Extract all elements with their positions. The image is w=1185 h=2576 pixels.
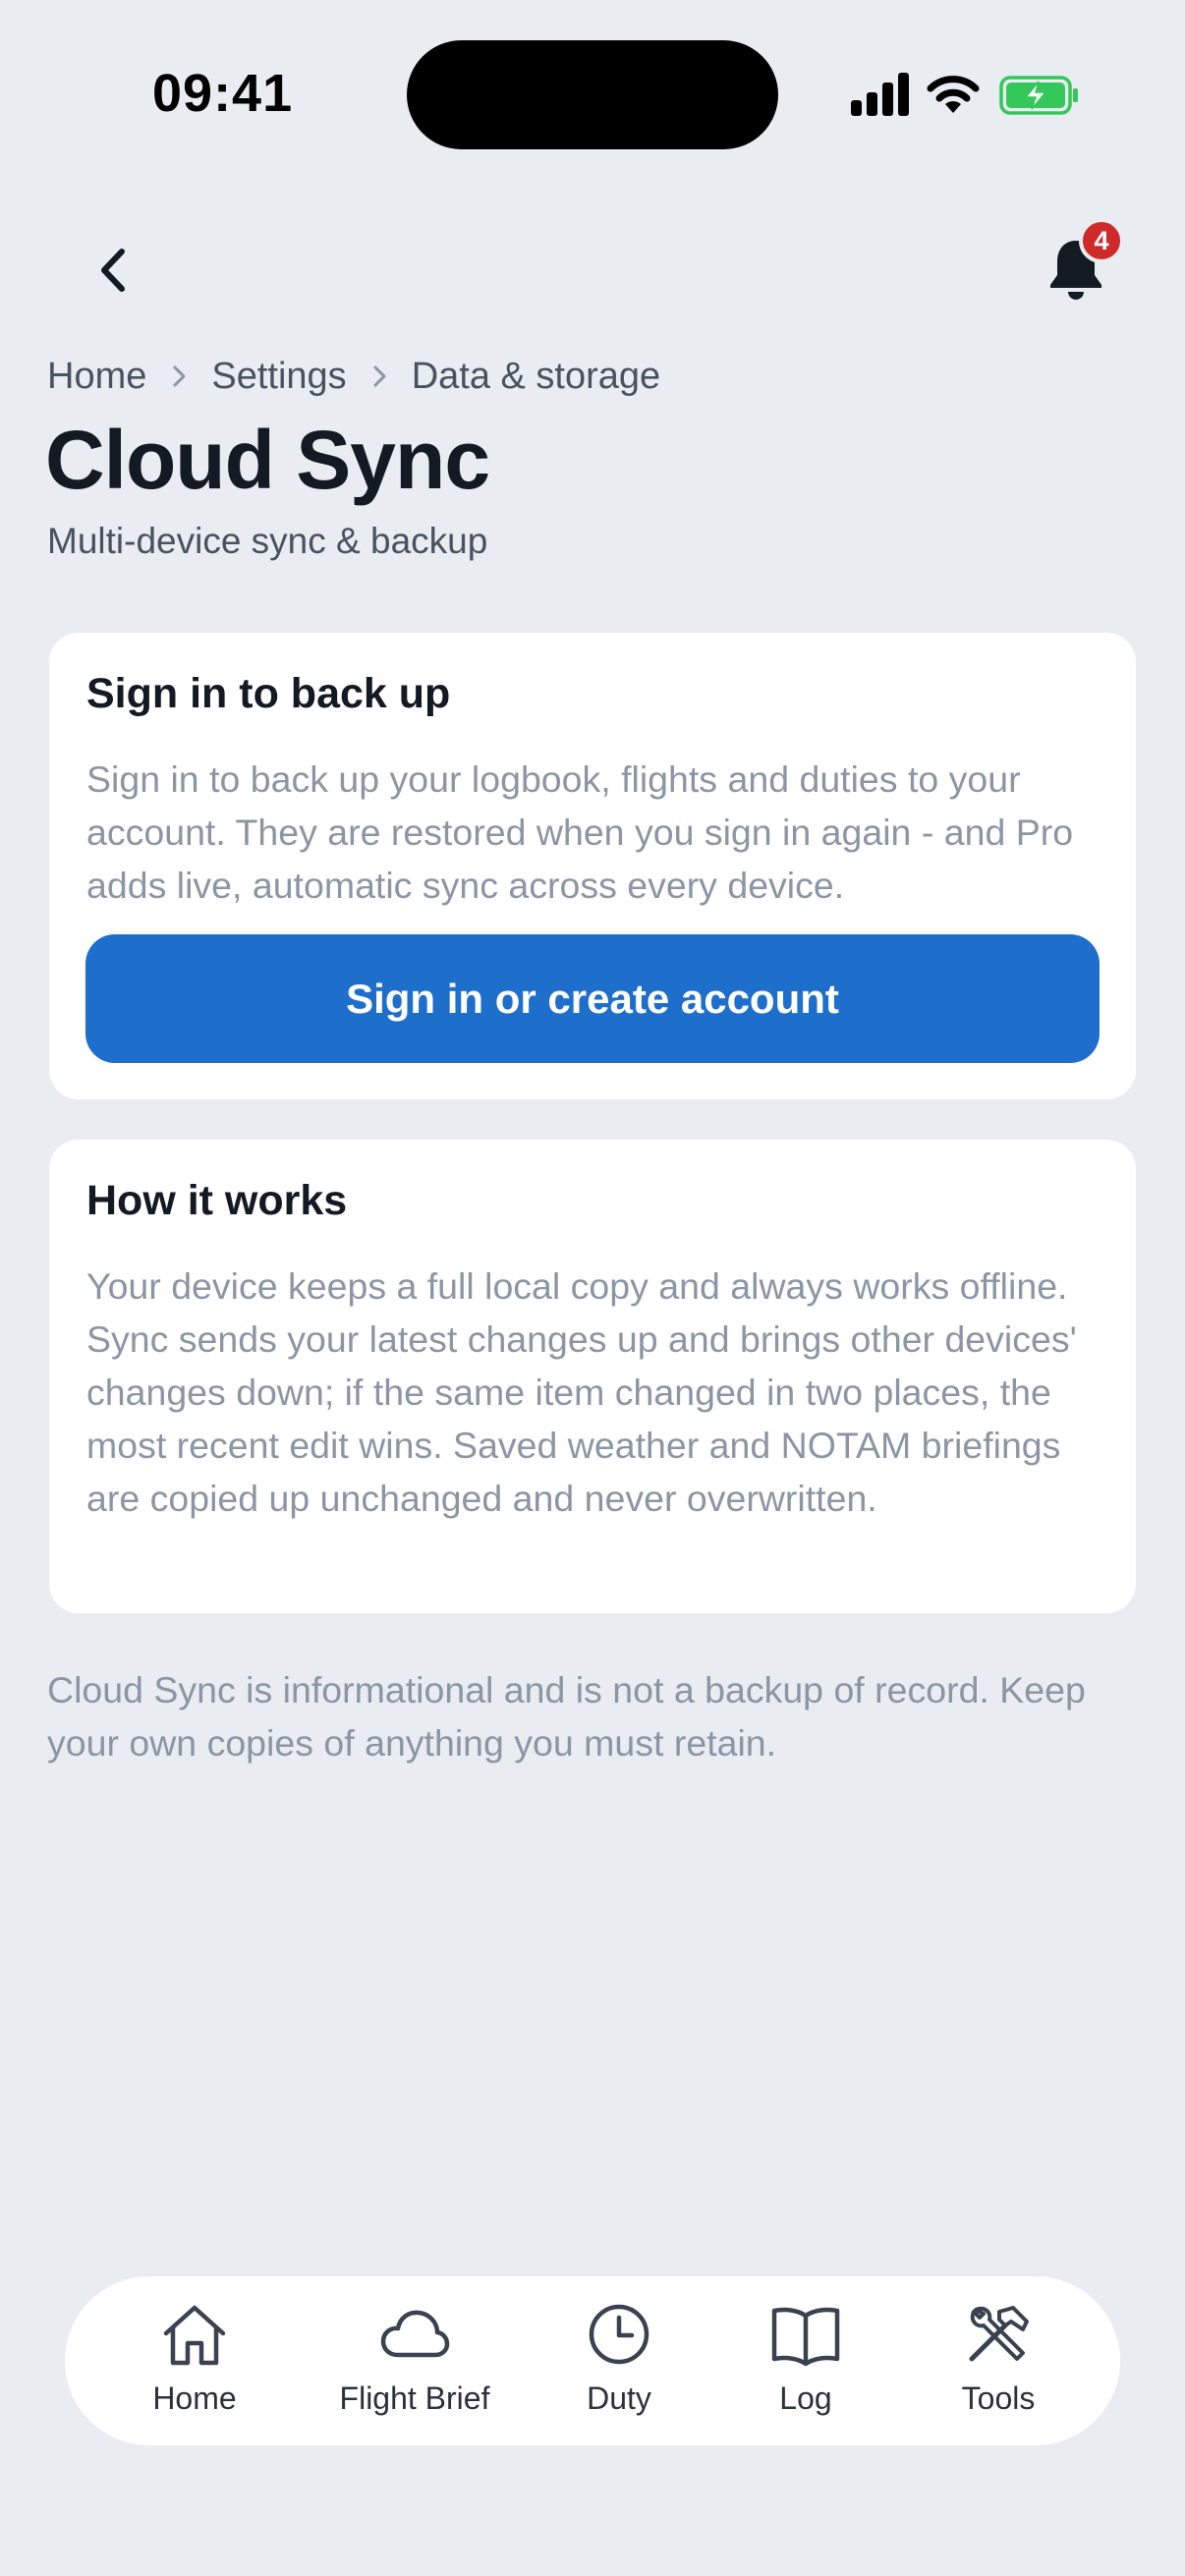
nav-label-tools: Tools [961,2380,1036,2416]
nav-label-duty: Duty [587,2380,651,2416]
sign-in-button[interactable]: Sign in or create account [85,934,1100,1063]
nav-label-flight-brief: Flight Brief [339,2380,490,2416]
battery-charging-icon [999,76,1078,115]
how-it-works-body: Your device keeps a full local copy and … [86,1265,1077,1519]
page-subtitle: Multi-device sync & backup [47,521,488,561]
wifi-icon [927,76,980,113]
nav-label-home: Home [152,2380,237,2416]
nav-item-home[interactable]: Home [128,2276,261,2445]
chevron-right-icon [146,357,211,396]
nav-item-duty[interactable]: Duty [570,2276,668,2445]
nav-item-flight-brief[interactable]: Flight Brief [316,2276,513,2445]
how-it-works-title: How it works [86,1177,348,1224]
disclaimer-text: Cloud Sync is informational and is not a… [47,1669,1086,1764]
chevron-right-icon [347,357,412,396]
bottom-nav: Home Flight Brief Duty Log Tools [65,2276,1120,2445]
dynamic-island [407,40,778,149]
signin-card-title: Sign in to back up [86,670,451,717]
nav-item-log[interactable]: Log [757,2276,855,2445]
breadcrumb-home[interactable]: Home [47,356,146,398]
nav-label-log: Log [779,2380,832,2416]
signin-card-body: Sign in to back up your logbook, flights… [86,758,1074,906]
status-icons [847,72,1083,121]
cloud-icon [380,2310,450,2358]
signal-icon [851,72,912,116]
page-title: Cloud Sync [45,414,490,506]
breadcrumb: Home Settings Data & storage [47,349,660,404]
notification-badge: 4 [1079,218,1124,263]
breadcrumb-data-storage[interactable]: Data & storage [412,356,660,398]
clock-icon [589,2304,649,2365]
chevron-left-icon [101,249,125,292]
back-button[interactable] [79,236,147,305]
breadcrumb-settings[interactable]: Settings [211,356,346,398]
book-icon [771,2307,840,2367]
home-indicator [395,2545,790,2558]
nav-item-tools[interactable]: Tools [939,2276,1057,2445]
how-it-works-card: How it works Your device keeps a full lo… [49,1140,1136,1613]
status-time: 09:41 [152,64,294,123]
tools-icon [969,2306,1029,2362]
signin-card: Sign in to back up Sign in to back up yo… [49,633,1136,1099]
home-icon [163,2305,226,2366]
